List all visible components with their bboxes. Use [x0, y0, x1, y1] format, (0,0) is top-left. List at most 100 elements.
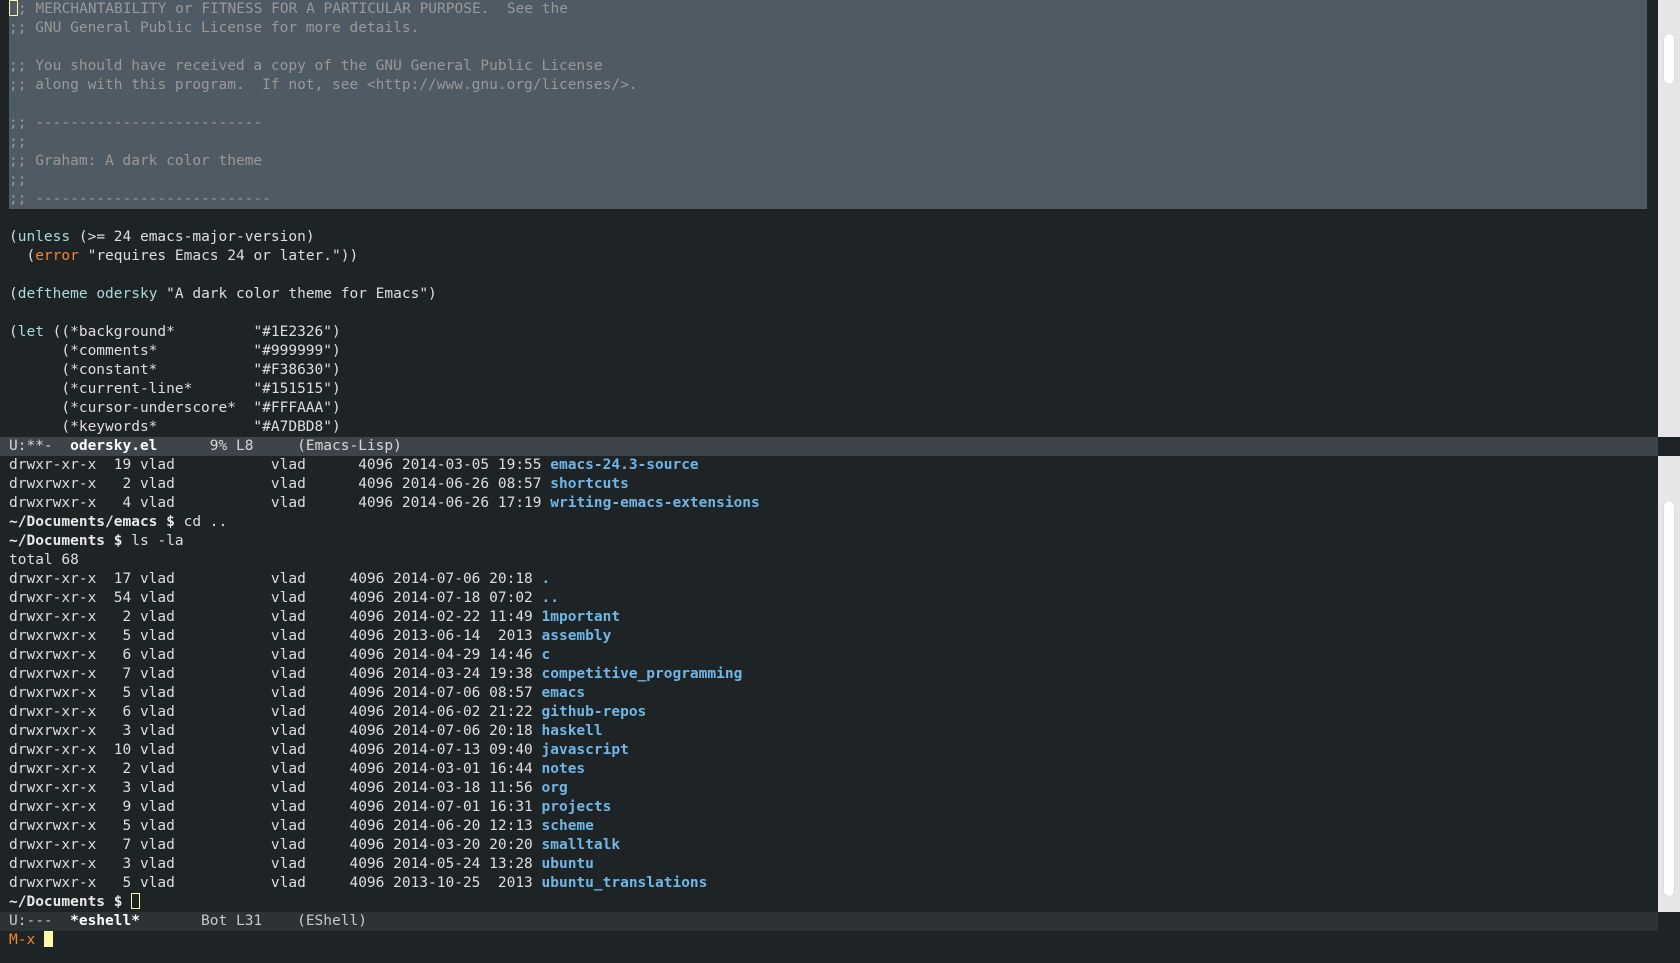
license-line: ;;	[9, 134, 27, 150]
listing-total: total 68	[9, 552, 79, 568]
text-cursor	[9, 0, 18, 16]
file-info: drwxr-xr-x 2 vlad vlad 4096 2014-02-22 1…	[9, 609, 542, 625]
code-line-let-binding: (*keywords* "#A7DBD8")	[9, 419, 341, 435]
license-line: ;; You should have received a copy of th…	[9, 58, 603, 74]
code-line-let: (let ((*background* "#1E2326")	[9, 324, 341, 340]
file-info: drwxr-xr-x 54 vlad vlad 4096 2014-07-18 …	[9, 590, 542, 606]
command-line-active[interactable]: ~/Documents $	[0, 893, 1680, 912]
code-line-let-binding: (*cursor-underscore* "#FFFAAA")	[9, 400, 341, 416]
eshell-output[interactable]: drwxr-xr-x 19 vlad vlad 4096 2014-03-05 …	[0, 456, 1680, 912]
file-info: drwxrwxr-x 3 vlad vlad 4096 2014-05-24 1…	[9, 856, 542, 872]
file-info: drwxrwxr-x 5 vlad vlad 4096 2014-07-06 0…	[9, 685, 542, 701]
keyword-let: let	[17, 324, 44, 340]
listing-row: drwxrwxr-x 5 vlad vlad 4096 2014-07-06 0…	[0, 684, 1680, 703]
directory-name[interactable]: .	[542, 571, 551, 587]
scrollbar-top[interactable]	[1658, 0, 1680, 437]
license-line: ;; GNU General Public License for more d…	[9, 20, 420, 36]
file-info: drwxr-xr-x 7 vlad vlad 4096 2014-03-20 2…	[9, 837, 542, 853]
listing-row: drwxr-xr-x 19 vlad vlad 4096 2014-03-05 …	[0, 456, 1680, 475]
listing-row: drwxr-xr-x 3 vlad vlad 4096 2014-03-18 1…	[0, 779, 1680, 798]
keyword-unless: unless	[17, 229, 71, 245]
file-info: drwxr-xr-x 6 vlad vlad 4096 2014-06-02 2…	[9, 704, 542, 720]
scrollbar-thumb-bottom[interactable]	[1664, 501, 1674, 896]
directory-name[interactable]: ..	[542, 590, 559, 606]
file-info: drwxr-xr-x 17 vlad vlad 4096 2014-07-06 …	[9, 571, 542, 587]
file-info: drwxrwxr-x 2 vlad vlad 4096 2014-06-26 0…	[9, 476, 551, 492]
listing-row: drwxr-xr-x 54 vlad vlad 4096 2014-07-18 …	[0, 589, 1680, 608]
directory-name[interactable]: competitive_programming	[542, 666, 743, 682]
scrollbar-bottom[interactable]	[1658, 456, 1680, 912]
directory-name[interactable]: c	[542, 647, 551, 663]
modeline-buffer-name[interactable]: *eshell*	[70, 913, 140, 929]
directory-name[interactable]: smalltalk	[542, 837, 621, 853]
code-line-deftheme: (deftheme odersky "A dark color theme fo…	[9, 286, 437, 302]
shell-cursor	[131, 893, 141, 909]
file-info: drwxrwxr-x 5 vlad vlad 4096 2013-06-14 2…	[9, 628, 542, 644]
directory-name[interactable]: ubuntu	[542, 856, 594, 872]
directory-name[interactable]: writing-emacs-extensions	[550, 495, 760, 511]
listing-row: drwxrwxr-x 5 vlad vlad 4096 2013-10-25 2…	[0, 874, 1680, 893]
listing-row: drwxr-xr-x 9 vlad vlad 4096 2014-07-01 1…	[0, 798, 1680, 817]
modeline-major-mode[interactable]: (EShell)	[297, 913, 367, 929]
directory-name[interactable]: haskell	[542, 723, 603, 739]
listing-row: drwxr-xr-x 7 vlad vlad 4096 2014-03-20 2…	[0, 836, 1680, 855]
keyword-error: error	[35, 248, 79, 264]
shell-prompt: ~/Documents $	[9, 894, 132, 910]
file-info: drwxrwxr-x 4 vlad vlad 4096 2014-06-26 1…	[9, 495, 551, 511]
license-line: ;; ---------------------------	[9, 191, 271, 207]
modeline-top[interactable]: U:**- odersky.el 9% L8 (Emacs-Lisp)	[0, 437, 1658, 456]
code-line-unless: (unless (>= 24 emacs-major-version)	[9, 229, 315, 245]
shell-prompt: ~/Documents $	[9, 533, 132, 549]
window-divider	[1658, 437, 1680, 456]
minibuffer[interactable]: M-x	[0, 931, 53, 950]
code-line-let-binding: (*comments* "#999999")	[9, 343, 341, 359]
editor-window-odersky[interactable]: ; MERCHANTABILITY or FITNESS FOR A PARTI…	[0, 0, 1680, 437]
directory-name[interactable]: assembly	[542, 628, 612, 644]
directory-name[interactable]: emacs-24.3-source	[550, 457, 698, 473]
directory-name[interactable]: github-repos	[542, 704, 647, 720]
file-info: drwxr-xr-x 10 vlad vlad 4096 2014-07-13 …	[9, 742, 542, 758]
eshell-window[interactable]: drwxr-xr-x 19 vlad vlad 4096 2014-03-05 …	[0, 456, 1680, 912]
code-line-error: (error "requires Emacs 24 or later."))	[9, 248, 359, 264]
listing-row: drwxrwxr-x 5 vlad vlad 4096 2013-06-14 2…	[0, 627, 1680, 646]
file-info: drwxrwxr-x 6 vlad vlad 4096 2014-04-29 1…	[9, 647, 542, 663]
command-line: ~/Documents $ ls -la	[9, 533, 184, 549]
license-line: ;; Graham: A dark color theme	[9, 153, 263, 169]
directory-name[interactable]: scheme	[542, 818, 594, 834]
listing-row: drwxr-xr-x 2 vlad vlad 4096 2014-03-01 1…	[0, 760, 1680, 779]
scrollbar-thumb-top[interactable]	[1664, 34, 1674, 84]
listing-row: drwxrwxr-x 5 vlad vlad 4096 2014-06-20 1…	[0, 817, 1680, 836]
file-info: drwxr-xr-x 19 vlad vlad 4096 2014-03-05 …	[9, 457, 551, 473]
minibuffer-cursor	[43, 931, 53, 947]
modeline-bottom[interactable]: U:--- *eshell* Bot L31 (EShell)	[0, 912, 1658, 931]
listing-row: drwxr-xr-x 10 vlad vlad 4096 2014-07-13 …	[0, 741, 1680, 760]
directory-name[interactable]: 1mportant	[542, 609, 621, 625]
file-info: drwxrwxr-x 5 vlad vlad 4096 2014-06-20 1…	[9, 818, 542, 834]
editor-text[interactable]: ; MERCHANTABILITY or FITNESS FOR A PARTI…	[0, 0, 1680, 437]
license-line: ;;	[9, 172, 27, 188]
modeline-major-mode[interactable]: (Emacs-Lisp)	[297, 438, 402, 454]
code-line-let-binding: (*current-line* "#151515")	[9, 381, 341, 397]
directory-name[interactable]: emacs	[542, 685, 586, 701]
directory-name[interactable]: org	[542, 780, 568, 796]
directory-name[interactable]: ubuntu_translations	[542, 875, 708, 891]
license-line: ;; --------------------------	[9, 115, 263, 131]
keyword-deftheme: deftheme	[17, 286, 88, 302]
directory-name[interactable]: shortcuts	[550, 476, 629, 492]
listing-row: drwxrwxr-x 7 vlad vlad 4096 2014-03-24 1…	[0, 665, 1680, 684]
directory-name[interactable]: javascript	[542, 742, 629, 758]
file-info: drwxr-xr-x 3 vlad vlad 4096 2014-03-18 1…	[9, 780, 542, 796]
file-info: drwxrwxr-x 3 vlad vlad 4096 2014-07-06 2…	[9, 723, 542, 739]
listing-row: drwxr-xr-x 2 vlad vlad 4096 2014-02-22 1…	[0, 608, 1680, 627]
command-line: ~/Documents/emacs $ cd ..	[9, 514, 228, 530]
listing-row: drwxrwxr-x 4 vlad vlad 4096 2014-06-26 1…	[0, 494, 1680, 513]
modeline-buffer-name[interactable]: odersky.el	[70, 438, 157, 454]
code-line-let-binding: (*constant* "#F38630")	[9, 362, 341, 378]
listing-row: drwxrwxr-x 6 vlad vlad 4096 2014-04-29 1…	[0, 646, 1680, 665]
listing-row: drwxr-xr-x 6 vlad vlad 4096 2014-06-02 2…	[0, 703, 1680, 722]
directory-name[interactable]: projects	[542, 799, 612, 815]
license-line: ;; along with this program. If not, see …	[9, 77, 638, 93]
directory-name[interactable]: notes	[542, 761, 586, 777]
